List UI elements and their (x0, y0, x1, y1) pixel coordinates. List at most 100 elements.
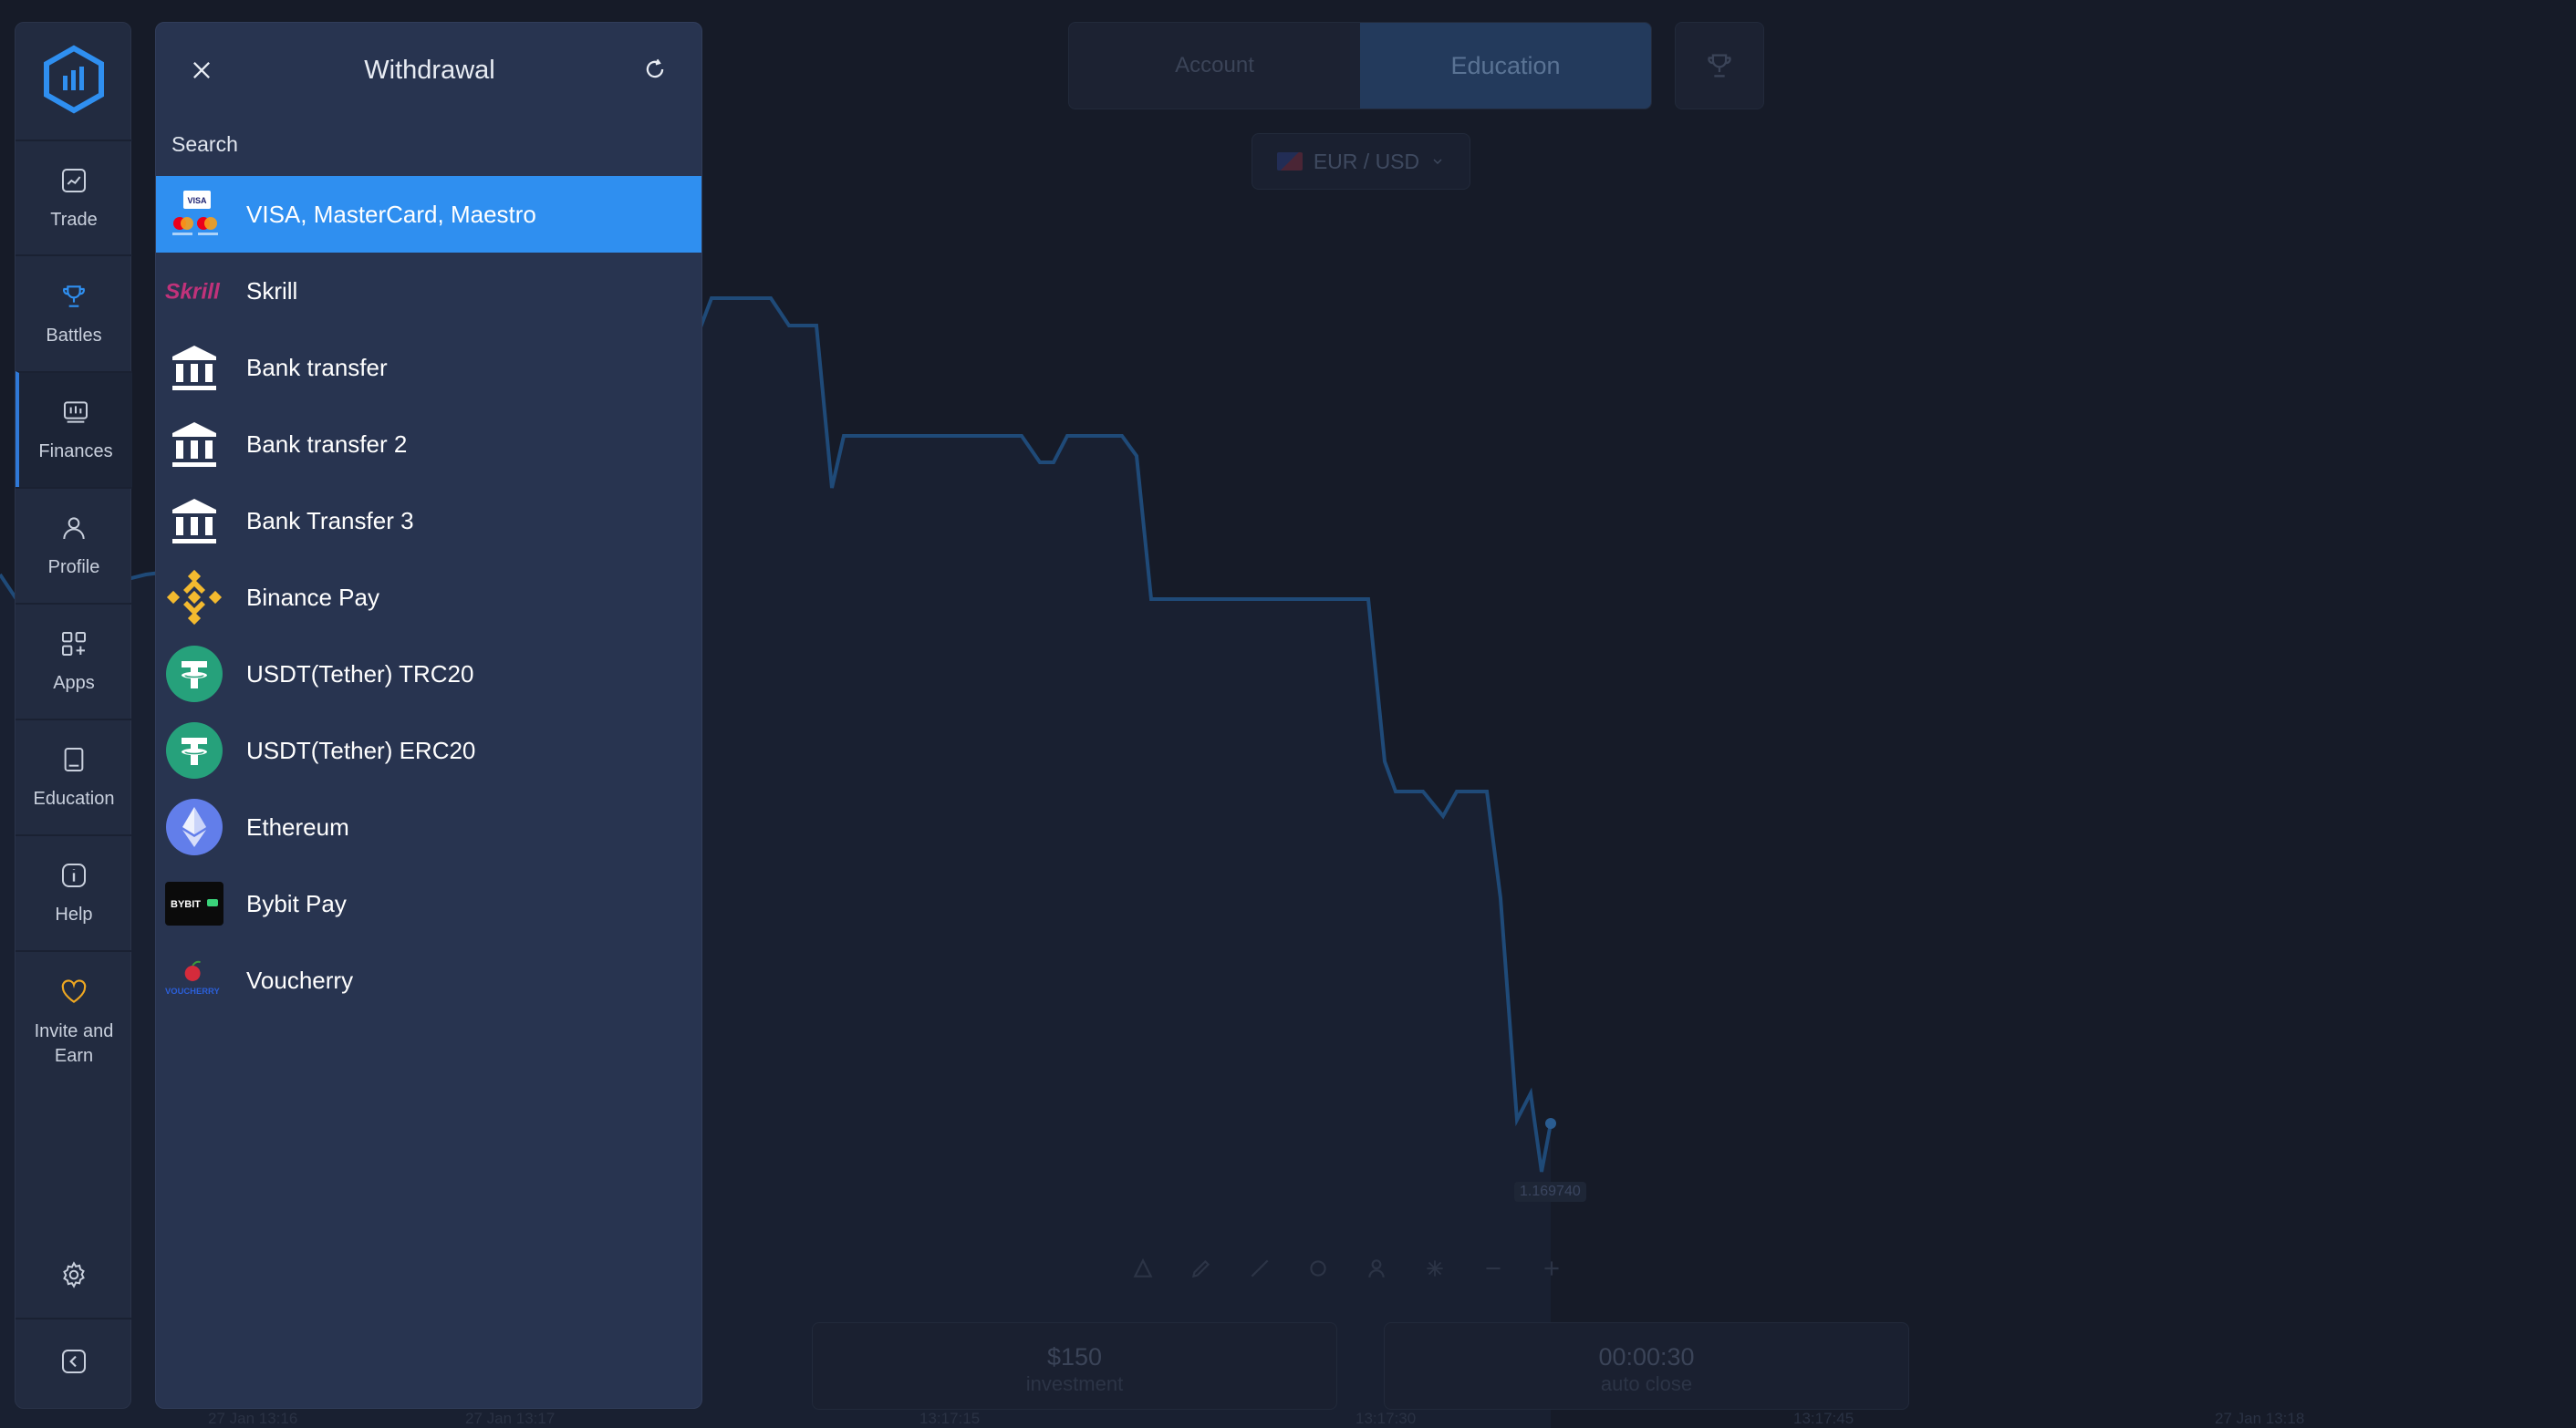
payment-method-label: Binance Pay (246, 583, 379, 611)
zoom-in-icon[interactable] (1540, 1257, 1563, 1280)
sidebar-item-label: Finances (38, 441, 113, 461)
svg-text:Skrill: Skrill (165, 279, 221, 304)
chevron-down-icon (1433, 159, 1442, 164)
tab-education[interactable]: Education (1360, 23, 1651, 109)
sidebar-item-apps[interactable]: Apps (16, 603, 132, 719)
gear-icon (63, 1261, 85, 1288)
chart-line-icon (62, 168, 86, 192)
price-tag: 1.169740 (1514, 1182, 1586, 1202)
app-root: 1.169740 Account Education EUR / USD $15… (0, 0, 2576, 1428)
skrill-logo-icon: Skrill (165, 262, 223, 320)
panel-title: Withdrawal (364, 55, 495, 85)
bybit-icon: BYBIT (165, 874, 223, 933)
indicator-icon[interactable] (1131, 1257, 1155, 1280)
payment-method-label: Skrill (246, 276, 298, 305)
sidebar-item-finances[interactable]: Finances (16, 371, 132, 487)
sidebar-item-label: Battles (46, 325, 102, 346)
bank-icon (165, 415, 223, 473)
app-logo-icon[interactable] (43, 45, 105, 114)
collapse-icon (62, 1350, 86, 1373)
sidebar-item-label: Invite and Earn (34, 1021, 114, 1066)
sidebar-item-invite-and-earn[interactable]: Invite and Earn (16, 950, 132, 1092)
payment-method-bank-transfer-3[interactable]: Bank Transfer 3 (156, 482, 701, 559)
withdrawal-panel: Withdrawal Search VISA VISA, MasterCard,… (155, 22, 702, 1409)
payment-method-bybit-pay[interactable]: BYBIT Bybit Pay (156, 865, 701, 942)
payment-method-bank-transfer-2[interactable]: Bank transfer 2 (156, 406, 701, 482)
settings-button[interactable] (16, 1232, 132, 1318)
finances-icon (64, 401, 88, 423)
auto-close-box[interactable]: 00:00:30 auto close (1384, 1322, 1909, 1410)
collapse-sidebar-button[interactable] (16, 1318, 132, 1403)
sidebar-item-profile[interactable]: Profile (16, 487, 132, 603)
sidebar-item-label: Apps (53, 673, 95, 693)
sidebar-item-label: Trade (50, 209, 98, 230)
payment-method-label: Bank transfer (246, 353, 388, 381)
sidebar-item-education[interactable]: Education (16, 719, 132, 834)
refresh-icon[interactable] (641, 56, 669, 83)
binance-icon (165, 568, 223, 626)
top-tabs: Account Education (1068, 22, 1652, 109)
investment-box[interactable]: $150 investment (812, 1322, 1337, 1410)
sidebar-item-label: Education (33, 789, 115, 809)
payment-method-voucherry[interactable]: VOUCHERRY Voucherry (156, 942, 701, 1019)
svg-text:VISA: VISA (187, 196, 207, 205)
cards-icon: VISA (165, 185, 223, 243)
payment-method-label: USDT(Tether) ERC20 (246, 736, 476, 764)
svg-text:BYBIT: BYBIT (171, 899, 201, 910)
payment-method-skrill[interactable]: Skrill Skrill (156, 253, 701, 329)
payment-method-usdt-trc20[interactable]: USDT(Tether) TRC20 (156, 636, 701, 712)
auto-close-label: auto close (1600, 1372, 1693, 1395)
search-label[interactable]: Search (171, 132, 238, 157)
book-icon (64, 748, 84, 771)
auto-close-value: 00:00:30 (1598, 1343, 1695, 1371)
payment-method-bank-transfer[interactable]: Bank transfer (156, 329, 701, 406)
payment-method-label: Bybit Pay (246, 889, 347, 917)
payment-method-usdt-erc20[interactable]: USDT(Tether) ERC20 (156, 712, 701, 789)
sidebar-item-battles[interactable]: Battles (16, 254, 132, 371)
sidebar-item-help[interactable]: Help (16, 834, 132, 950)
sidebar-item-trade[interactable]: Trade (16, 140, 132, 254)
bank-icon (165, 338, 223, 397)
payment-method-label: Ethereum (246, 812, 349, 841)
trophy-icon (63, 285, 85, 307)
eu-us-flag-icon (1276, 152, 1303, 171)
investment-label: investment (1025, 1372, 1124, 1395)
payment-method-label: USDT(Tether) TRC20 (246, 659, 474, 688)
payment-method-binance-pay[interactable]: Binance Pay (156, 559, 701, 636)
trend-line-icon[interactable] (1248, 1257, 1272, 1280)
heart-icon (61, 979, 87, 1003)
time-axis-label: 27 Jan 13:16 (208, 1410, 298, 1427)
bank-icon (165, 492, 223, 550)
time-axis-label: 27 Jan 13:17 (465, 1410, 556, 1427)
zoom-out-icon[interactable] (1481, 1257, 1505, 1280)
time-axis: 27 Jan 13:16 27 Jan 13:17 13:17:15 13:17… (0, 1410, 2576, 1428)
tab-account[interactable]: Account (1069, 23, 1360, 109)
payment-method-visa-mastercard-maestro[interactable]: VISA VISA, MasterCard, Maestro (156, 176, 701, 253)
payment-method-label: VISA, MasterCard, Maestro (246, 200, 536, 228)
circle-tool-icon[interactable] (1306, 1257, 1330, 1280)
pencil-icon[interactable] (1189, 1257, 1213, 1280)
time-axis-label: 27 Jan 13:18 (2215, 1410, 2305, 1427)
chart-current-point (1545, 1118, 1556, 1129)
sidebar: Trade Battles Finances Profile Apps Educ… (15, 22, 132, 1409)
payment-method-label: Voucherry (246, 966, 354, 994)
drawing-toolbar (1131, 1257, 1563, 1280)
asset-pair-label: EUR / USD (1313, 149, 1420, 173)
trophy-button[interactable] (1675, 22, 1764, 109)
trophy-icon (1708, 54, 1731, 78)
voucherry-icon: VOUCHERRY (165, 951, 223, 1009)
user-icon (63, 517, 85, 540)
tether-icon (165, 721, 223, 780)
svg-text:VOUCHERRY: VOUCHERRY (165, 986, 220, 996)
payment-method-label: Bank Transfer 3 (246, 506, 414, 534)
time-axis-label: 13:17:45 (1793, 1410, 1854, 1427)
person-tool-icon[interactable] (1365, 1257, 1388, 1280)
payment-method-ethereum[interactable]: Ethereum (156, 789, 701, 865)
grid-tool-icon[interactable] (1423, 1257, 1447, 1280)
sidebar-item-label: Help (55, 905, 93, 925)
asset-pair-selector[interactable]: EUR / USD (1252, 133, 1470, 190)
payment-method-list: VISA VISA, MasterCard, Maestro Skrill Sk… (156, 176, 701, 1019)
close-icon[interactable] (189, 57, 214, 83)
time-axis-label: 13:17:15 (919, 1410, 981, 1427)
panel-header: Withdrawal (156, 23, 701, 118)
